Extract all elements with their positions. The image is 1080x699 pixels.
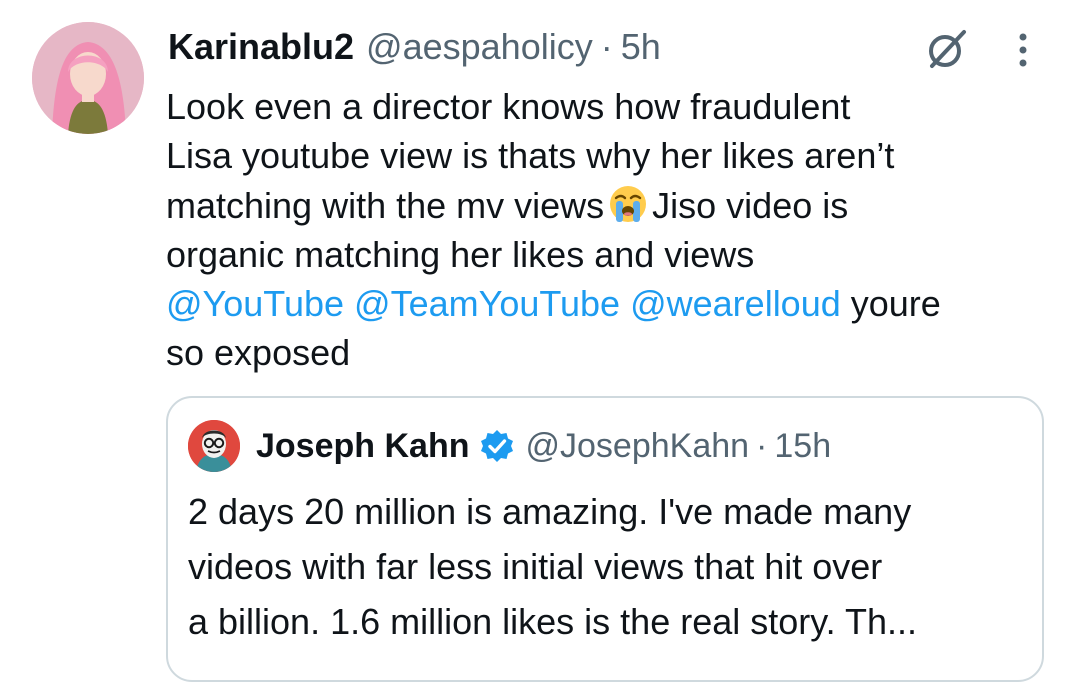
tweet-text-segment: matching with the mv views [166, 184, 605, 226]
separator-dot: · [756, 426, 768, 465]
separator-dot: · [600, 26, 613, 67]
grok-icon[interactable] [924, 26, 970, 72]
tweet-text-line: Lisa youtube view is thats why her likes… [166, 135, 895, 177]
tweet-text-line: matching with the mv views Jiso video is [166, 181, 1056, 230]
quoted-tweet-timestamp[interactable]: 15h [774, 427, 831, 466]
mention-link-wearelloud[interactable]: @wearelloud [630, 283, 841, 324]
quoted-author-handle[interactable]: @JosephKahn [525, 427, 749, 466]
tweet-text: Look even a director knows how fraudulen… [166, 82, 1056, 378]
tweet-header: Karinablu2 @aespaholicy · 5h [168, 26, 661, 68]
quoted-avatar-image [188, 420, 240, 472]
quoted-text-line: a billion. 1.6 million likes is the real… [188, 601, 917, 642]
quoted-text-line: videos with far less initial views that … [188, 546, 883, 587]
mention-link-teamyoutube[interactable]: @TeamYouTube [354, 283, 620, 324]
tweet-text-line: so exposed [166, 332, 351, 374]
more-options-icon[interactable] [1006, 30, 1040, 70]
tweet-text-line: Look even a director knows how fraudulen… [166, 86, 851, 127]
quoted-tweet-text: 2 days 20 million is amazing. I've made … [188, 484, 1028, 649]
author-handle[interactable]: @aespaholicy [366, 26, 593, 68]
mention-link-youtube[interactable]: @YouTube [166, 283, 344, 324]
tweet-text-segment: Jiso video is [652, 184, 849, 226]
quoted-tweet-card[interactable]: Joseph Kahn @JosephKahn · 15h 2 days 20 … [166, 396, 1044, 682]
quoted-author-avatar[interactable] [188, 420, 240, 472]
author-avatar[interactable] [32, 22, 144, 134]
quoted-text-line: 2 days 20 million is amazing. I've made … [188, 491, 912, 532]
quoted-tweet-header: Joseph Kahn @JosephKahn · 15h [256, 424, 831, 468]
quoted-author-name[interactable]: Joseph Kahn [256, 427, 469, 466]
avatar-image [32, 22, 144, 134]
tweet-text-line: @YouTube @TeamYouTube @wearelloud youre [166, 279, 1056, 328]
tweet-timestamp[interactable]: 5h [621, 26, 661, 68]
verified-badge-icon [481, 430, 514, 462]
tweet-text-line: organic matching her likes and views [166, 233, 755, 275]
loudly-crying-face-emoji-icon [610, 185, 647, 222]
author-name[interactable]: Karinablu2 [168, 26, 354, 68]
tweet-text-segment: youre [850, 283, 941, 325]
tweet[interactable]: Karinablu2 @aespaholicy · 5h Look even a… [0, 0, 1080, 699]
